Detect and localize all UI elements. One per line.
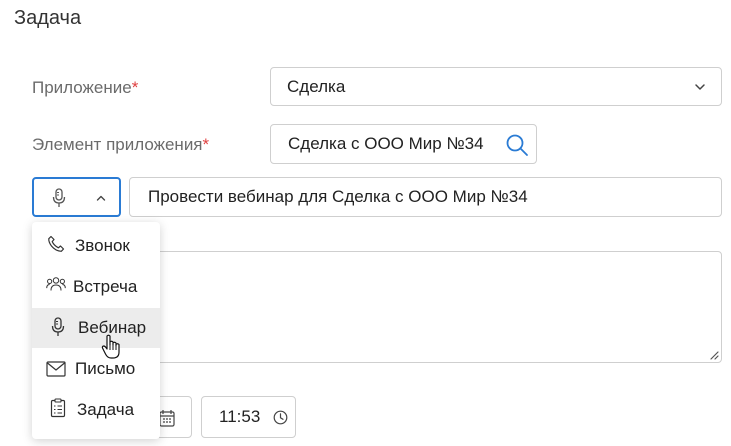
app-element-label: Элемент приложения* bbox=[32, 135, 209, 155]
task-type-select[interactable] bbox=[32, 177, 121, 217]
task-type-dropdown: Звонок Встреча Вебинар Письмо Задача bbox=[32, 222, 160, 439]
app-element-value: Сделка с ООО Мир №34 bbox=[288, 134, 484, 153]
checklist-icon bbox=[50, 398, 66, 418]
application-select-value: Сделка bbox=[287, 76, 346, 96]
required-mark: * bbox=[202, 135, 210, 154]
time-value: 11:53 bbox=[219, 407, 261, 426]
search-icon[interactable] bbox=[505, 133, 529, 157]
application-select[interactable]: Сделка bbox=[270, 67, 722, 106]
required-mark: * bbox=[131, 78, 139, 97]
dropdown-item-label: Звонок bbox=[75, 236, 130, 255]
phone-icon bbox=[48, 235, 65, 252]
application-label-text: Приложение bbox=[32, 78, 132, 97]
dropdown-item-email[interactable]: Письмо bbox=[32, 349, 160, 389]
chevron-down-icon bbox=[695, 84, 705, 90]
subject-input[interactable]: Провести вебинар для Сделка с ООО Мир №3… bbox=[129, 177, 722, 217]
clock-icon[interactable] bbox=[273, 410, 288, 425]
page-title: Задача bbox=[14, 7, 82, 29]
microphone-icon bbox=[52, 188, 66, 207]
time-field[interactable]: 11:53 bbox=[201, 396, 296, 438]
task-form: Задача Приложение* Сделка Элемент прилож… bbox=[0, 0, 731, 446]
dropdown-item-label: Задача bbox=[77, 400, 135, 419]
chevron-up-icon bbox=[96, 195, 106, 201]
dropdown-item-label: Встреча bbox=[73, 277, 138, 296]
dropdown-item-meeting[interactable]: Встреча bbox=[32, 267, 160, 307]
envelope-icon bbox=[46, 361, 66, 377]
dropdown-item-call[interactable]: Звонок bbox=[32, 226, 160, 266]
people-icon bbox=[46, 277, 66, 291]
app-element-field[interactable]: Сделка с ООО Мир №34 bbox=[270, 124, 537, 164]
subject-value: Провести вебинар для Сделка с ООО Мир №3… bbox=[148, 187, 528, 206]
application-label: Приложение* bbox=[32, 78, 138, 98]
resize-grip-icon[interactable] bbox=[709, 350, 719, 360]
hand-cursor-icon bbox=[101, 334, 120, 359]
dropdown-item-webinar[interactable]: Вебинар bbox=[32, 308, 160, 348]
app-element-label-text: Элемент приложения bbox=[32, 135, 203, 154]
description-textarea[interactable] bbox=[129, 251, 722, 363]
dropdown-item-task[interactable]: Задача bbox=[32, 390, 160, 430]
microphone-icon bbox=[51, 317, 65, 336]
calendar-icon[interactable] bbox=[159, 409, 175, 427]
dropdown-item-label: Письмо bbox=[75, 359, 136, 378]
